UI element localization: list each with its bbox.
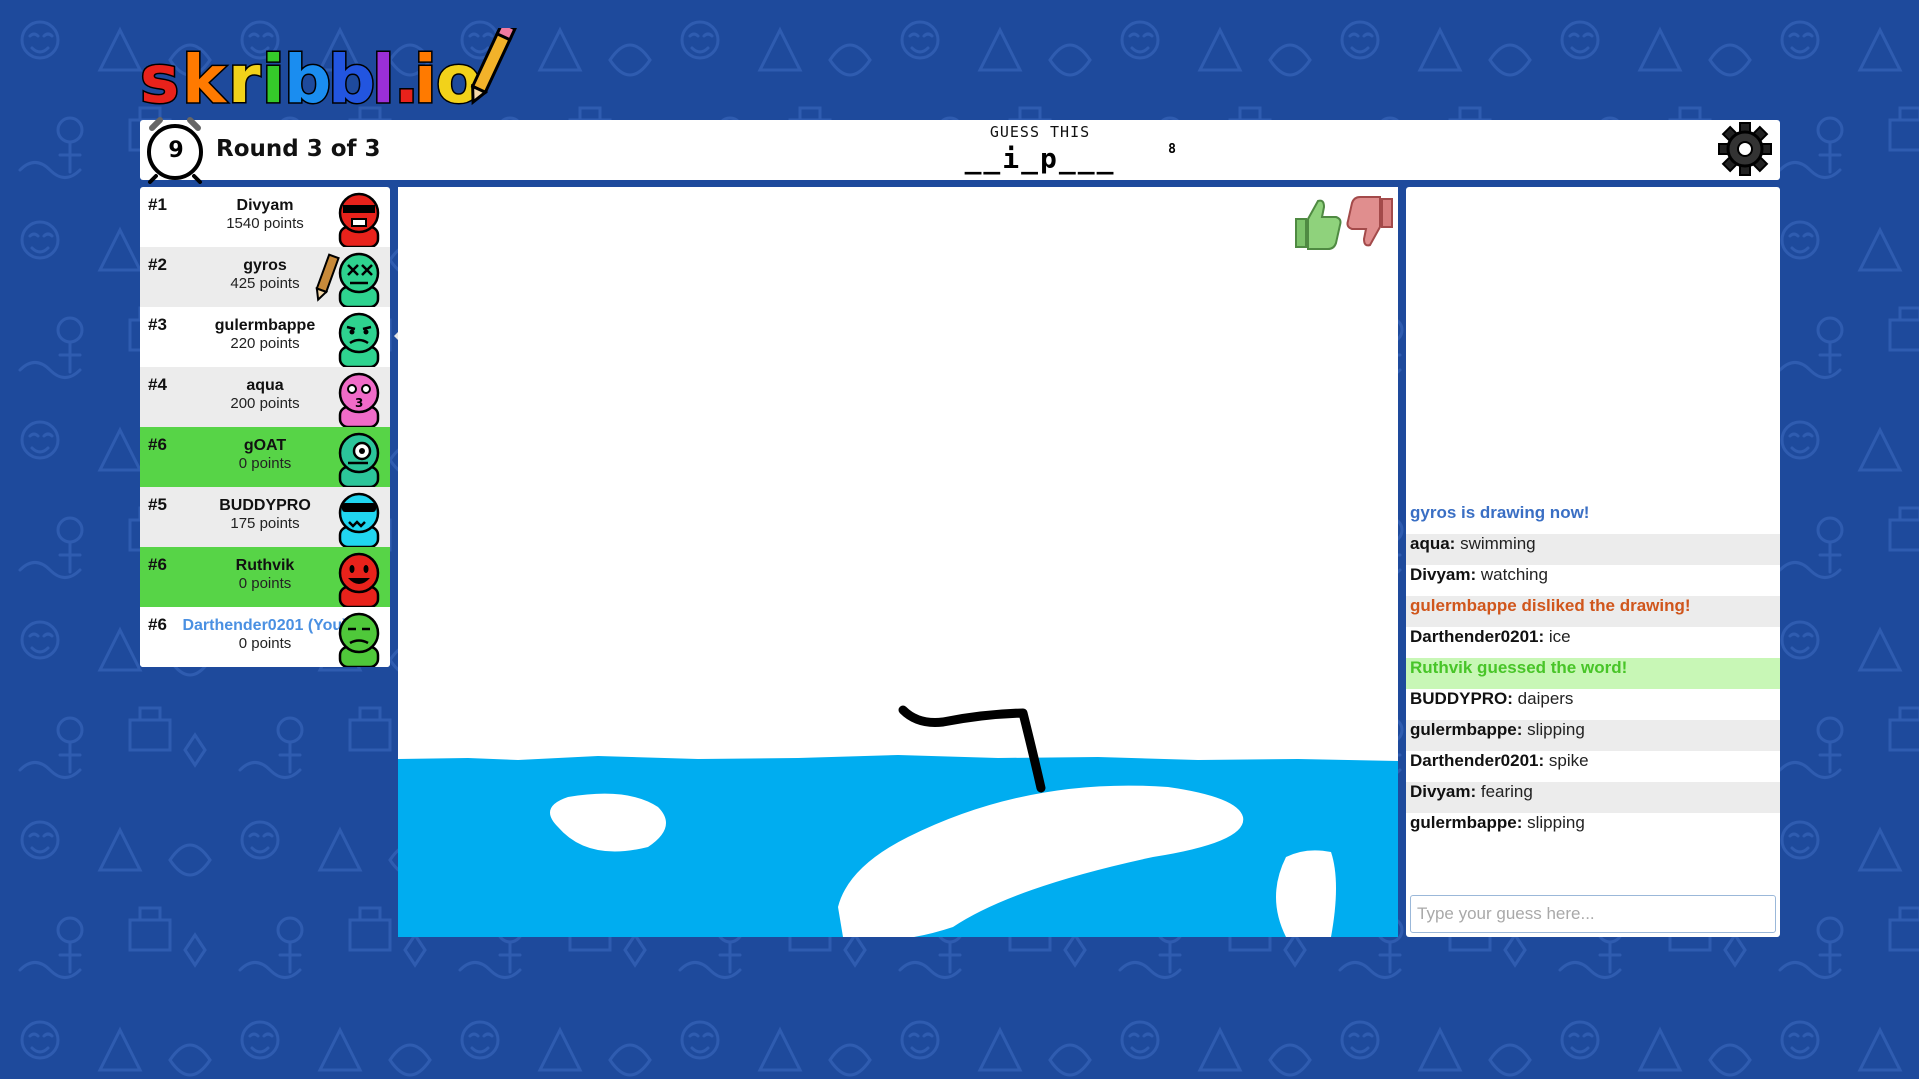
chat-text: fearing (1476, 782, 1533, 801)
player-list: #1 Divyam 1540 points #2 gyros 425 point… (140, 187, 390, 667)
chat-message: Ruthvik guessed the word! (1406, 658, 1780, 689)
chat-username: gulermbappe: (1410, 813, 1523, 832)
thumbs-up-icon[interactable] (1290, 195, 1344, 251)
player-row[interactable]: #6 gOAT 0 points (140, 427, 390, 487)
player-row[interactable]: #5 BUDDYPRO 175 points (140, 487, 390, 547)
chat-message: gulermbappe: slipping (1406, 813, 1780, 844)
guess-this-label: GUESS THIS (989, 123, 1091, 141)
player-avatar (338, 432, 380, 487)
chat-text: ice (1544, 627, 1571, 646)
chat-panel: gyros is drawing now! aqua: swimming Div… (1406, 187, 1780, 937)
chat-text: watching (1476, 565, 1548, 584)
player-avatar (338, 612, 380, 667)
chat-message: gyros is drawing now! (1410, 503, 1590, 522)
guess-input[interactable] (1410, 895, 1776, 933)
player-row[interactable]: #6 Ruthvik 0 points (140, 547, 390, 607)
player-rank: #6 (148, 615, 167, 634)
chat-message: Darthender0201: spike (1406, 751, 1780, 782)
skribbl-logo: s k r i b b l . i o (139, 28, 517, 118)
game-header-bar: 9 Round 3 of 3 GUESS THIS __i_p___ 8 (140, 117, 1780, 184)
player-rank: #1 (148, 195, 167, 214)
round-indicator: Round 3 of 3 (216, 136, 381, 162)
player-avatar (338, 192, 380, 247)
player-avatar (338, 492, 380, 547)
player-avatar (338, 552, 380, 607)
chat-message: gulermbappe disliked the drawing! (1406, 596, 1780, 627)
chat-message: Divyam: fearing (1406, 782, 1780, 813)
player-rank: #4 (148, 375, 167, 394)
player-row[interactable]: #4 aqua 200 points 3 (140, 367, 390, 427)
player-row[interactable]: #6 Darthender0201 (You) 0 points (140, 607, 390, 667)
chat-username: Divyam: (1410, 565, 1477, 584)
chat-username: gulermbappe: (1410, 720, 1523, 739)
chat-message: Divyam: watching (1406, 565, 1780, 596)
chat-message: gulermbappe: slipping (1406, 720, 1780, 751)
chat-username: Divyam: (1410, 782, 1477, 801)
word-length: 8 (1168, 142, 1176, 157)
player-avatar (338, 252, 380, 307)
player-rank: #3 (148, 315, 167, 334)
chat-message: Darthender0201: ice (1406, 627, 1780, 658)
chat-text: daipers (1512, 689, 1574, 708)
player-avatar: 3 (338, 372, 380, 427)
svg-text:r: r (228, 41, 261, 118)
player-rank: #6 (148, 555, 167, 574)
svg-text:i: i (414, 41, 437, 118)
chat-text: slipping (1522, 720, 1585, 739)
svg-text:s: s (140, 41, 179, 118)
chat-message: BUDDYPRO: daipers (1406, 689, 1780, 720)
svg-text:3: 3 (355, 396, 363, 410)
chat-text: swimming (1455, 534, 1536, 553)
svg-text:b: b (284, 41, 331, 118)
chat-message: aqua: swimming (1406, 534, 1780, 565)
svg-text:l: l (372, 41, 395, 118)
player-rank: #6 (148, 435, 167, 454)
chat-username: Darthender0201: (1410, 627, 1545, 646)
svg-text:k: k (182, 41, 228, 118)
player-avatar (338, 312, 380, 367)
svg-text:i: i (262, 41, 285, 118)
chat-text: spike (1544, 751, 1589, 770)
player-row[interactable]: #1 Divyam 1540 points (140, 187, 390, 247)
player-rank: #5 (148, 495, 167, 514)
player-row[interactable]: #2 gyros 425 points (140, 247, 390, 307)
chat-text: slipping (1522, 813, 1585, 832)
svg-text:b: b (328, 41, 375, 118)
player-row[interactable]: #3 gulermbappe 220 points (140, 307, 390, 367)
thumbs-down-icon[interactable] (1344, 195, 1398, 251)
chat-message-list: gyros is drawing now! aqua: swimming Div… (1406, 503, 1780, 844)
drawing-canvas[interactable] (398, 187, 1398, 937)
drawing-artwork (398, 705, 1398, 937)
chat-username: Darthender0201: (1410, 751, 1545, 770)
round-timer: 9 (168, 138, 184, 163)
chat-username: BUDDYPRO: (1410, 689, 1513, 708)
gear-icon[interactable] (1718, 122, 1772, 176)
player-rank: #2 (148, 255, 167, 274)
chat-username: aqua: (1410, 534, 1456, 553)
